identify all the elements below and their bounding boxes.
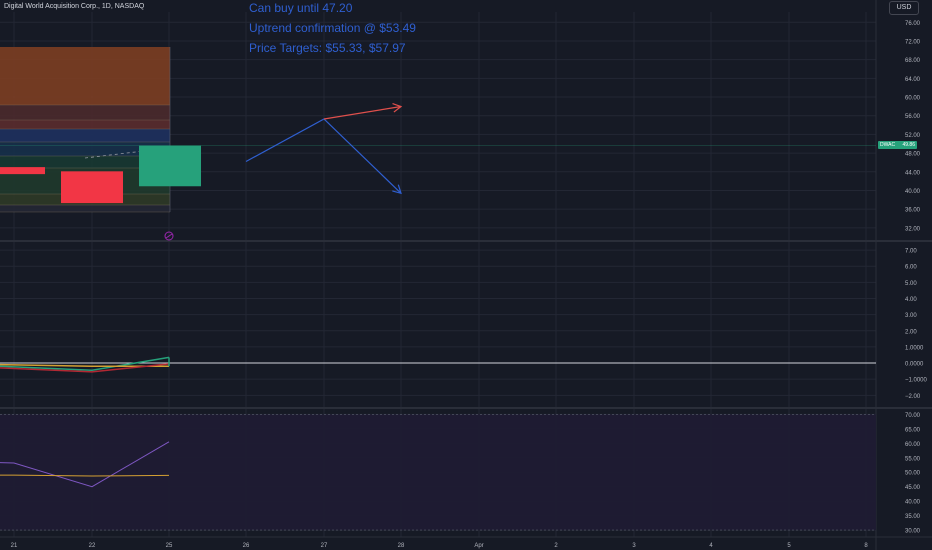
annotation-price-targets: Price Targets: $55.33, $57.97 (249, 41, 406, 55)
oscillator-tick-label: −2.00 (905, 394, 921, 400)
rsi-band (0, 414, 876, 531)
date-tick-label: 26 (243, 543, 250, 549)
oscillator-tick-label: −1.0000 (905, 378, 928, 384)
date-tick-label: 22 (89, 543, 96, 549)
price-tick-label: 48.00 (905, 152, 921, 158)
candle (61, 171, 123, 204)
oscillator-tick-label: 0.0000 (905, 362, 924, 368)
oscillator-tick-label: 5.00 (905, 281, 917, 287)
oscillator-tick-label: 1.0000 (905, 345, 924, 351)
annotation-buy-until: Can buy until 47.20 (249, 1, 353, 15)
rsi-tick-label: 45.00 (905, 485, 921, 491)
oscillator-tick-label: 3.00 (905, 313, 917, 319)
price-tick-label: 32.00 (905, 226, 921, 232)
price-tick-label: 44.00 (905, 170, 921, 176)
price-zone (0, 47, 170, 105)
rsi-tick-label: 55.00 (905, 456, 921, 462)
price-tick-label: 56.00 (905, 114, 921, 120)
oscillator-tick-label: 2.00 (905, 329, 917, 335)
date-tick-label: 5 (787, 543, 791, 549)
date-tick-label: 21 (11, 543, 18, 549)
price-tick-label: 36.00 (905, 208, 921, 214)
rsi-tick-label: 30.00 (905, 529, 921, 535)
price-tick-label: 64.00 (905, 77, 921, 83)
date-tick-label: 4 (709, 543, 713, 549)
price-zone (0, 129, 170, 142)
oscillator-tick-label: 7.00 (905, 249, 917, 255)
price-tick-label: 68.00 (905, 58, 921, 64)
price-tick-label: 40.00 (905, 189, 921, 195)
currency-button[interactable]: USD (889, 1, 919, 15)
price-label-value: 49.86 (902, 142, 915, 148)
date-tick-label: 27 (321, 543, 328, 549)
price-tick-label: 52.00 (905, 133, 921, 139)
price-tick-label: 72.00 (905, 39, 921, 45)
annotation-uptrend-confirmation: Uptrend confirmation @ $53.49 (249, 21, 416, 35)
chart-title: Digital World Acquisition Corp., 1D, NAS… (4, 3, 145, 10)
price-zone (0, 105, 170, 120)
rsi-tick-label: 60.00 (905, 442, 921, 448)
oscillator-tick-label: 4.00 (905, 297, 917, 303)
rsi-tick-label: 50.00 (905, 471, 921, 477)
date-tick-label: Apr (474, 543, 483, 549)
target-arrow-line (323, 105, 402, 120)
date-tick-label: 25 (166, 543, 173, 549)
price-tick-label: 76.00 (905, 21, 921, 27)
date-tick-label: 2 (554, 543, 558, 549)
last-price-label: DWAC 49.86 (878, 141, 917, 149)
range-zones (0, 47, 876, 531)
rsi-tick-label: 65.00 (905, 427, 921, 433)
date-tick-label: 28 (398, 543, 405, 549)
price-label-symbol: DWAC (880, 142, 896, 148)
rsi-tick-label: 40.00 (905, 500, 921, 506)
price-zone (0, 120, 170, 129)
candle (0, 167, 45, 175)
price-tick-label: 60.00 (905, 96, 921, 102)
price-zone (0, 205, 170, 212)
chart-canvas[interactable]: 32.0036.0040.0044.0048.0052.0056.0060.00… (0, 0, 932, 550)
oscillator-tick-label: 6.00 (905, 265, 917, 271)
rsi-tick-label: 35.00 (905, 514, 921, 520)
date-tick-label: 3 (632, 543, 636, 549)
candle (139, 145, 201, 187)
date-tick-label: 8 (864, 543, 868, 549)
rsi-tick-label: 70.00 (905, 413, 921, 419)
